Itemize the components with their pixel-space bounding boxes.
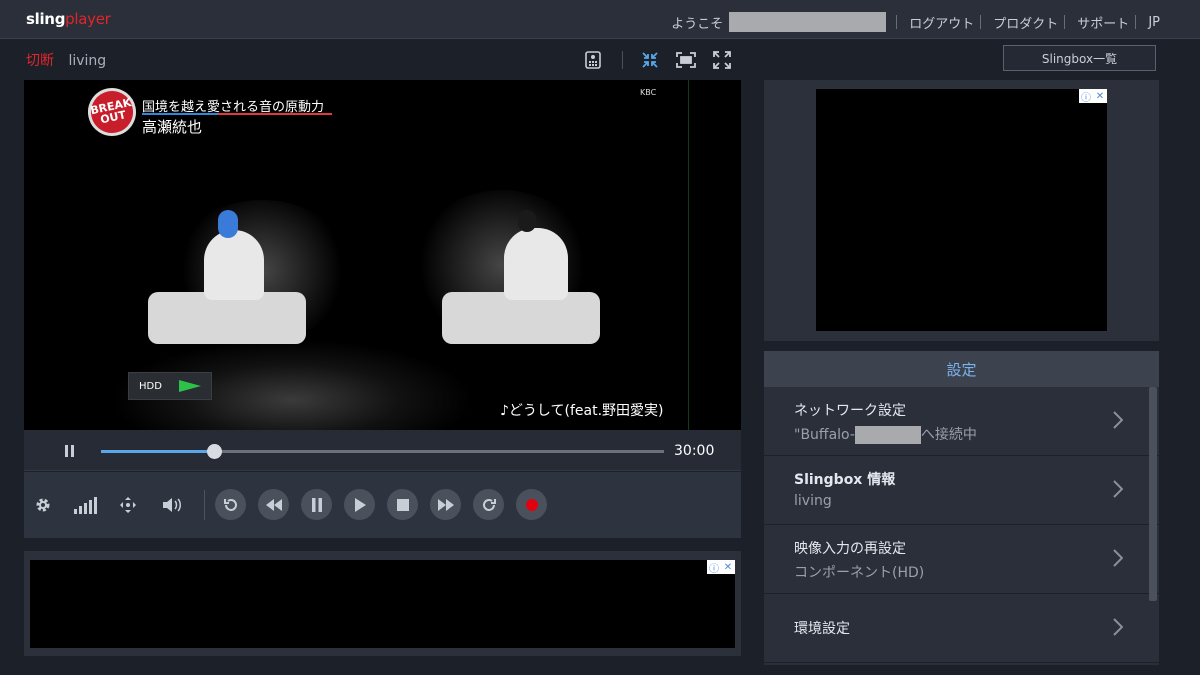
remote-icon[interactable]: [582, 49, 604, 71]
overlay-title-underline: [142, 113, 332, 115]
username-redacted: [729, 12, 887, 32]
stop-icon[interactable]: [387, 489, 418, 520]
nav-divider: [1135, 15, 1137, 29]
settings-scrollbar[interactable]: [1149, 387, 1157, 601]
performer-right-head: [518, 210, 536, 232]
settings-panel: 設定 ネットワーク設定 "Buffalo- へ接続中 Slingbox 情報 li…: [764, 351, 1159, 665]
hdd-label: HDD: [139, 380, 162, 392]
pause-icon[interactable]: [64, 445, 76, 461]
ad-close-icon[interactable]: ✕: [721, 560, 735, 574]
duration-label: 30:00: [674, 443, 715, 459]
volume-icon[interactable]: [161, 494, 183, 516]
chevron-right-icon: [1113, 411, 1123, 429]
ad-close-icon[interactable]: ✕: [1093, 89, 1107, 103]
performer-left-hair: [218, 210, 238, 238]
performer-left: [204, 230, 264, 300]
seek-handle[interactable]: [206, 444, 222, 459]
slingbox-list-button[interactable]: Slingbox一覧: [1003, 45, 1156, 71]
support-link[interactable]: サポート: [1077, 13, 1129, 32]
channel-logo: KBC: [640, 88, 657, 97]
playback-controls: [24, 472, 741, 538]
rewind-icon[interactable]: [258, 489, 289, 520]
settings-header: 設定: [764, 351, 1159, 387]
performer-right: [504, 228, 568, 300]
song-caption: ♪どうして(feat.野田愛実): [500, 403, 664, 419]
replay-icon[interactable]: [215, 489, 246, 520]
signal-icon[interactable]: [72, 494, 98, 516]
chevron-right-icon: [1113, 618, 1123, 636]
nav-divider: [896, 15, 898, 29]
top-nav: ようこそ ログアウト プロダクト サポート JP: [671, 12, 1160, 32]
logo-text-player: player: [65, 10, 111, 28]
shrink-icon[interactable]: [639, 49, 661, 71]
settings-item-title: ネットワーク設定: [794, 403, 906, 419]
settings-item-title: 映像入力の再設定: [794, 541, 906, 557]
seek-progress: [101, 450, 214, 453]
ad-info-icon[interactable]: ⓘ: [1079, 89, 1093, 104]
nav-divider: [980, 15, 982, 29]
ad-choices: ⓘ ✕: [1079, 89, 1107, 104]
play-icon[interactable]: [344, 489, 375, 520]
fast-forward-icon[interactable]: [430, 489, 461, 520]
settings-item-slingbox-info[interactable]: Slingbox 情報 living: [764, 456, 1159, 525]
controls-divider: [204, 490, 205, 520]
record-icon[interactable]: [516, 489, 547, 520]
seek-track[interactable]: [101, 444, 664, 459]
settings-item-title: Slingbox 情報: [794, 472, 896, 488]
product-link[interactable]: プロダクト: [993, 13, 1058, 32]
move-icon[interactable]: [117, 494, 139, 516]
video-edge-line: [688, 80, 689, 430]
settings-item-video-input[interactable]: 映像入力の再設定 コンポーネント(HD): [764, 525, 1159, 594]
network-name-redacted: [854, 426, 921, 444]
settings-item-network[interactable]: ネットワーク設定 "Buffalo- へ接続中: [764, 387, 1159, 456]
fullscreen-icon[interactable]: [711, 49, 733, 71]
slingbox-name: living: [68, 53, 107, 69]
chevron-right-icon: [1113, 480, 1123, 498]
video-player[interactable]: BREAK OUT 国境を越え愛される音の原動力 高瀬統也 KBC HDD ♪ど…: [24, 80, 741, 430]
connection-status: 切断 living: [26, 50, 106, 70]
ad-content[interactable]: ⓘ ✕: [816, 89, 1107, 331]
network-name-prefix: "Buffalo-: [794, 427, 855, 443]
settings-item-preferences[interactable]: 環境設定: [764, 594, 1159, 663]
seek-bar: 30:00: [24, 430, 741, 471]
ad-content[interactable]: ⓘ ✕: [30, 560, 735, 648]
settings-item-subtitle: "Buffalo- へ接続中: [794, 424, 977, 444]
network-status: へ接続中: [920, 427, 977, 443]
settings-item-subtitle: living: [794, 493, 832, 509]
fit-icon[interactable]: [675, 49, 697, 71]
logout-link[interactable]: ログアウト: [909, 13, 974, 32]
settings-gear-icon[interactable]: [32, 494, 54, 516]
ad-info-icon[interactable]: ⓘ: [707, 560, 721, 575]
play-arrow-icon: [179, 380, 201, 392]
ad-banner-right: ⓘ ✕: [764, 80, 1159, 341]
ad-banner-bottom: ⓘ ✕: [24, 551, 741, 656]
skip-forward-icon[interactable]: [473, 489, 504, 520]
overlay-artist: 高瀬統也: [142, 118, 203, 136]
settings-item-subtitle: コンポーネント(HD): [794, 565, 925, 581]
slingplayer-logo[interactable]: slingplayer: [26, 10, 111, 28]
view-toolbar: [582, 49, 747, 71]
settings-item-title: 環境設定: [794, 621, 850, 637]
ad-choices: ⓘ ✕: [707, 560, 735, 575]
logo-text-sling: sling: [26, 10, 66, 28]
welcome-label: ようこそ: [671, 16, 724, 32]
toolbar-divider: [622, 51, 623, 69]
chevron-right-icon: [1113, 549, 1123, 567]
nav-divider: [1064, 15, 1066, 29]
pause-icon[interactable]: [301, 489, 332, 520]
hdd-indicator: HDD: [128, 372, 212, 400]
disconnect-link[interactable]: 切断: [26, 53, 54, 69]
language-link[interactable]: JP: [1148, 15, 1160, 30]
top-bar: slingplayer ようこそ ログアウト プロダクト サポート JP: [0, 0, 1200, 39]
